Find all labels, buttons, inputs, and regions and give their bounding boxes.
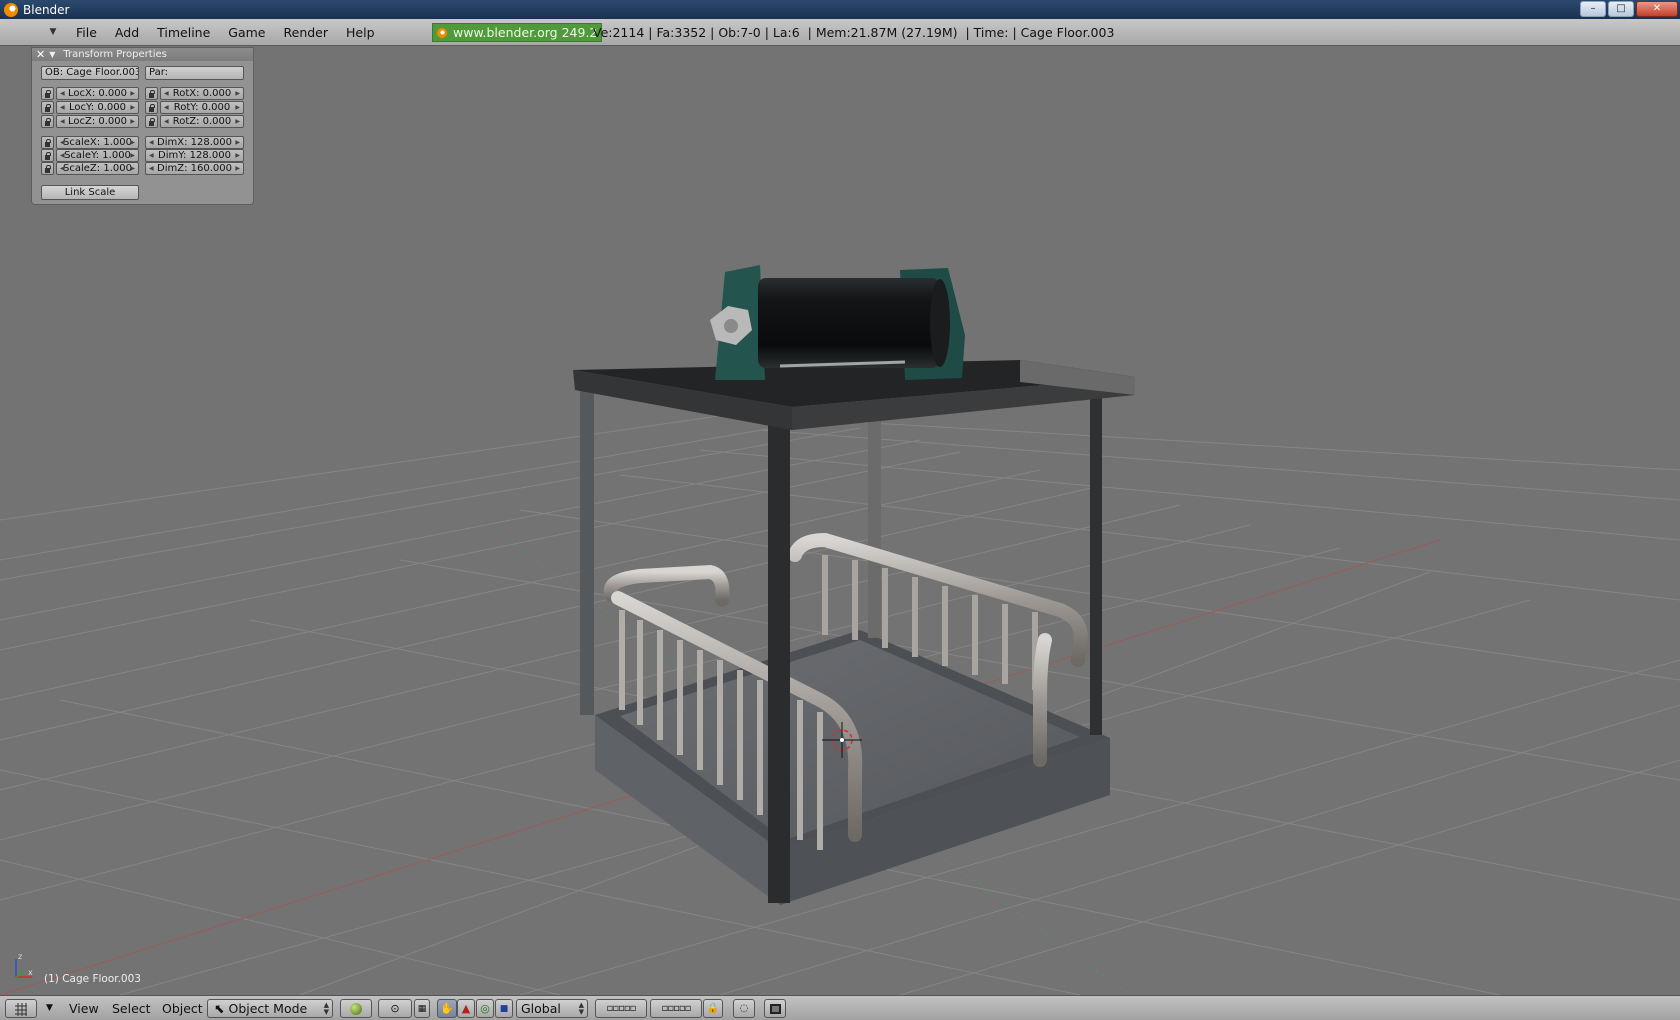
version-text: www.blender.org 249.2	[453, 25, 598, 40]
pivot-icon: ⊙	[390, 1002, 400, 1015]
solid-shading-icon	[350, 1002, 362, 1015]
menu-object[interactable]: Object	[162, 999, 203, 1018]
layers-icon: ▦	[417, 1003, 427, 1014]
editor-type-button[interactable]	[5, 999, 37, 1018]
draw-type-select[interactable]	[340, 999, 372, 1018]
axis-gizmo: z x	[15, 952, 33, 978]
layer-toggle[interactable]: ▦	[414, 999, 430, 1018]
layer-grid-icon: ▫▫▫▫▫	[606, 1003, 637, 1014]
lock-locz-icon[interactable]	[41, 115, 54, 128]
panel-title: Transform Properties	[63, 49, 167, 60]
render-view-button[interactable]	[764, 999, 786, 1018]
menu-select[interactable]: Select	[112, 999, 151, 1018]
lock-rotz-icon[interactable]	[145, 115, 158, 128]
scalex-field[interactable]: ◀ ScaleX: 1.000 ▶	[56, 136, 139, 149]
proportional-icon: ◌	[739, 1003, 749, 1014]
menu-help[interactable]: Help	[346, 25, 375, 40]
lock-icon: 🔒	[706, 1003, 720, 1014]
panel-close-icon[interactable]: ✕	[36, 48, 45, 61]
scene-layers-a[interactable]: ▫▫▫▫▫	[595, 999, 647, 1018]
window-title-bar: Blender – □ ✕	[0, 0, 1680, 19]
rotate-icon: ◎	[480, 1002, 490, 1015]
window-controls: – □ ✕	[1580, 1, 1678, 17]
translate-icon: ▲	[461, 1002, 471, 1015]
orientation-select[interactable]: Global ▲ ▼	[516, 999, 588, 1018]
dropdown-arrows-icon: ▲ ▼	[323, 1001, 329, 1016]
version-badge[interactable]: www.blender.org 249.2	[432, 23, 603, 42]
menu-view[interactable]: View	[69, 999, 99, 1018]
link-scale-button[interactable]: Link Scale	[41, 185, 139, 200]
window-title: Blender	[23, 2, 70, 17]
scene-layers-b[interactable]: ▫▫▫▫▫	[650, 999, 702, 1018]
locz-field[interactable]: ◀ LocZ: 0.000 ▶	[56, 115, 139, 128]
menu-game[interactable]: Game	[228, 25, 265, 40]
scalez-field[interactable]: ◀ ScaleZ: 1.000 ▶	[56, 162, 139, 175]
cage-floor-model[interactable]	[573, 265, 1135, 905]
menu-timeline[interactable]: Timeline	[157, 25, 210, 40]
render-icon	[769, 1003, 781, 1014]
minimize-button[interactable]: –	[1580, 1, 1606, 17]
dimy-field[interactable]: ◀ DimY: 128.000 ▶	[145, 149, 244, 162]
scaley-field[interactable]: ◀ ScaleY: 1.000 ▶	[56, 149, 139, 162]
scene-stats: Ve:2114 | Fa:3352 | Ob:7-0 | La:6 | Mem:…	[593, 25, 1115, 40]
hand-icon: ✋	[440, 1002, 454, 1015]
menu-file[interactable]: File	[76, 25, 97, 40]
rotx-field[interactable]: ◀ RotX: 0.000 ▶	[160, 87, 244, 100]
lock-scalex-icon[interactable]	[41, 136, 54, 149]
object-name-field[interactable]: OB: Cage Floor.003	[41, 66, 139, 80]
lock-locx-icon[interactable]	[41, 87, 54, 100]
scale-manipulator[interactable]: ■	[495, 999, 513, 1018]
transform-properties-panel[interactable]: ✕ ▼ Transform Properties OB: Cage Floor.…	[31, 47, 254, 205]
lock-scaley-icon[interactable]	[41, 149, 54, 162]
3d-view-header: ▼ View Select Object ⬉ Object Mode ▲ ▼ ⊙ …	[0, 995, 1680, 1020]
dimz-field[interactable]: ◀ DimZ: 160.000 ▶	[145, 162, 244, 175]
menu-add[interactable]: Add	[115, 25, 139, 40]
locx-field[interactable]: ◀ LocX: 0.000 ▶	[56, 87, 139, 100]
grid-icon	[15, 1002, 27, 1016]
roty-field[interactable]: ◀ RotY: 0.000 ▶	[160, 101, 244, 114]
dimx-field[interactable]: ◀ DimX: 128.000 ▶	[145, 136, 244, 149]
blender-app: Blender – □ ✕ ▼ File Add Timeline Game R…	[0, 0, 1680, 1020]
active-object-label: (1) Cage Floor.003	[44, 973, 141, 985]
locy-field[interactable]: ◀ LocY: 0.000 ▶	[56, 101, 139, 114]
lock-scalez-icon[interactable]	[41, 162, 54, 175]
info-header: ▼ File Add Timeline Game Render Help www…	[0, 19, 1680, 46]
svg-text:z: z	[18, 952, 22, 961]
blender-icon	[437, 27, 447, 38]
scale-icon: ■	[499, 1003, 509, 1014]
dropdown-arrows-icon: ▲ ▼	[578, 1001, 584, 1016]
mode-select[interactable]: ⬉ Object Mode ▲ ▼	[207, 999, 333, 1018]
parent-field[interactable]: Par:	[145, 66, 244, 80]
pivot-select[interactable]: ⊙	[378, 999, 412, 1018]
manipulator-toggle[interactable]: ✋	[437, 999, 457, 1018]
header-collapse-icon[interactable]: ▼	[46, 27, 60, 37]
menu-render[interactable]: Render	[284, 25, 329, 40]
lock-rotx-icon[interactable]	[145, 87, 158, 100]
rotate-manipulator[interactable]: ◎	[476, 999, 494, 1018]
panel-header: ✕ ▼ Transform Properties	[32, 48, 253, 61]
panel-collapse-icon[interactable]: ▼	[49, 50, 55, 59]
lock-locy-icon[interactable]	[41, 101, 54, 114]
maximize-button[interactable]: □	[1608, 1, 1634, 17]
rotz-field[interactable]: ◀ RotZ: 0.000 ▶	[160, 115, 244, 128]
close-button[interactable]: ✕	[1636, 1, 1678, 17]
lock-layers-button[interactable]: 🔒	[703, 999, 723, 1018]
proportional-edit-button[interactable]: ◌	[733, 999, 755, 1018]
header-collapse-icon[interactable]: ▼	[46, 999, 53, 1018]
layer-grid-icon: ▫▫▫▫▫	[661, 1003, 692, 1014]
lock-roty-icon[interactable]	[145, 101, 158, 114]
svg-text:x: x	[28, 968, 33, 977]
blender-logo-icon	[4, 2, 18, 17]
translate-manipulator[interactable]: ▲	[457, 999, 475, 1018]
object-mode-icon: ⬉	[214, 1001, 225, 1016]
